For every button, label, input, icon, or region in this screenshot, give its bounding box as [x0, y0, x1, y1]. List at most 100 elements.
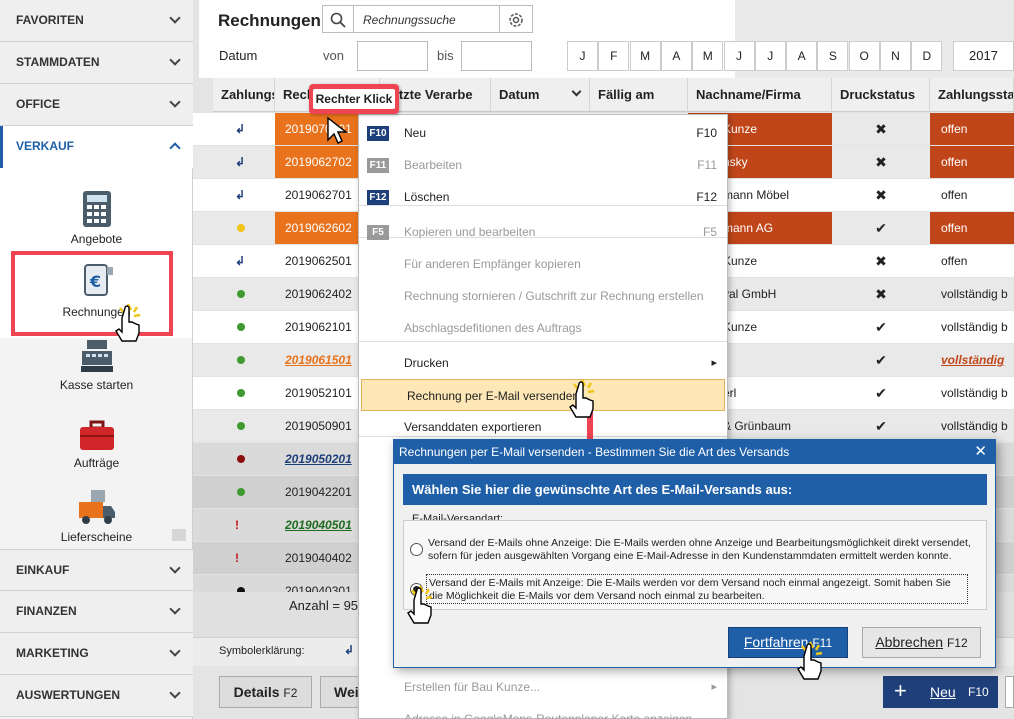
sidebar-item-kasse[interactable]: Kasse starten: [0, 338, 193, 392]
menu-item[interactable]: F11 Bearbeiten F11: [359, 149, 727, 181]
shortcut-badge: F5: [367, 225, 389, 240]
weiter-button[interactable]: Wei: [320, 676, 360, 708]
menu-item-label: Rechnung stornieren / Gutschrift zur Rec…: [404, 289, 704, 303]
month-button[interactable]: A: [786, 41, 818, 71]
month-button[interactable]: M: [629, 41, 661, 71]
status-dot-icon: [237, 488, 245, 496]
nav-label: STAMMDATEN: [16, 55, 100, 69]
month-button[interactable]: J: [723, 41, 755, 71]
col-zahlung[interactable]: Zahlungs: [213, 78, 275, 112]
menu-item[interactable]: F5 Kopieren und bearbeiten F5: [359, 216, 727, 248]
menu-item[interactable]: F12 Löschen F12: [359, 181, 727, 213]
option-text: Versand der E-Mails mit Anzeige: Die E-M…: [426, 574, 968, 604]
month-button[interactable]: O: [848, 41, 880, 71]
menu-item[interactable]: Rechnung stornieren / Gutschrift zur Rec…: [359, 280, 727, 312]
menu-item[interactable]: Rechnung per E-Mail versenden: [361, 379, 725, 411]
button-label: Neu: [930, 684, 956, 700]
col-datum[interactable]: Datum: [491, 78, 590, 112]
col-name[interactable]: Nachname/Firma: [688, 78, 832, 112]
print-status-icon: ✔: [875, 385, 887, 401]
menu-item-label: Kopieren und bearbeiten: [404, 225, 536, 239]
menu-item-shortcut: F11: [697, 158, 717, 172]
status-dot-icon: [237, 290, 245, 298]
nav-favoriten[interactable]: FAVORITEN: [0, 0, 193, 42]
menu-item-label: Neu: [404, 126, 427, 140]
legend-label: Symbolerklärung:: [219, 645, 305, 657]
date-from-input[interactable]: [357, 41, 428, 71]
cancel-button[interactable]: Abbrechen F12: [862, 627, 981, 658]
menu-item[interactable]: Adresse in GoogleMaps-Routenplaner Karte…: [359, 703, 727, 719]
collapse-toggle[interactable]: [172, 529, 186, 541]
click-hand-icon: [569, 379, 595, 418]
neu-button[interactable]: + Neu F10: [883, 676, 998, 708]
button-shortcut: F2: [283, 686, 298, 700]
month-button[interactable]: S: [817, 41, 849, 71]
nav-label: FINANZEN: [16, 604, 77, 618]
col-label: Datum: [499, 87, 540, 102]
month-button[interactable]: D: [911, 41, 943, 71]
payment-status: offen: [930, 146, 1014, 178]
payment-status: vollständig b: [941, 386, 1008, 400]
chevron-down-icon: [169, 12, 181, 24]
return-arrow-icon: ↲: [235, 254, 246, 268]
button-shortcut: F12: [946, 636, 968, 650]
col-faellig[interactable]: Fällig am: [590, 78, 688, 112]
menu-item[interactable]: Abschlagsdefitionen des Auftrags: [359, 312, 727, 344]
month-button[interactable]: F: [598, 41, 630, 71]
date-to-input[interactable]: [461, 41, 532, 71]
month-button[interactable]: M: [692, 41, 724, 71]
gear-icon[interactable]: [507, 11, 525, 29]
col-zahlungsstatus[interactable]: Zahlungssta: [930, 78, 1014, 112]
status-dot-icon: [237, 389, 245, 397]
menu-item[interactable]: Erstellen für Bau Kunze... ▸: [359, 671, 727, 703]
more-button[interactable]: [1005, 676, 1014, 708]
continue-button[interactable]: Fortfahren F11: [728, 627, 848, 658]
shortcut-badge: F10: [367, 126, 389, 141]
nav-stammdaten[interactable]: STAMMDATEN: [0, 42, 193, 84]
month-button[interactable]: A: [660, 41, 692, 71]
print-status-icon: ✔: [875, 418, 887, 434]
menu-item-label: Rechnung per E-Mail versenden: [407, 389, 580, 403]
dialog-titlebar: Rechnungen per E-Mail versenden - Bestim…: [394, 440, 995, 464]
year-select[interactable]: 2017: [953, 41, 1014, 71]
col-druck[interactable]: Druckstatus: [832, 78, 930, 112]
nav-label: EINKAUF: [16, 563, 70, 577]
nav-label: FAVORITEN: [16, 13, 84, 27]
radio-without-preview[interactable]: [410, 543, 423, 556]
nav-einkauf[interactable]: EINKAUF: [0, 549, 193, 591]
nav-marketing[interactable]: MARKETING: [0, 633, 193, 675]
sidebar-item-lieferscheine[interactable]: Lieferscheine: [0, 488, 193, 544]
sidebar-item-angebote[interactable]: Angebote: [0, 190, 193, 246]
menu-item-label: Löschen: [404, 190, 450, 204]
search-input[interactable]: Rechnungssuche: [322, 5, 533, 33]
shortcut-badge: F12: [367, 190, 389, 205]
nav-auswertungen[interactable]: AUSWERTUNGEN: [0, 675, 193, 717]
nav-office[interactable]: OFFICE: [0, 84, 193, 126]
month-button[interactable]: J: [754, 41, 786, 71]
shortcut-badge: F11: [367, 158, 389, 173]
menu-item-label: Adresse in GoogleMaps-Routenplaner Karte…: [404, 712, 693, 719]
briefcase-icon: [79, 420, 114, 450]
details-button[interactable]: Details F2: [219, 676, 312, 708]
chevron-down-icon: [169, 687, 181, 699]
print-status-icon: ✔: [832, 212, 930, 244]
close-icon[interactable]: ✕: [974, 440, 987, 464]
print-status-icon: ✔: [875, 319, 887, 335]
callout-text: Rechter Klick: [313, 89, 395, 109]
menu-item[interactable]: Drucken ▸: [359, 347, 727, 379]
nav-verkauf[interactable]: VERKAUF: [0, 126, 193, 168]
menu-item[interactable]: F10 Neu F10: [359, 117, 727, 149]
status-dot-icon: [237, 455, 245, 463]
status-dot-icon: [237, 323, 245, 331]
month-button[interactable]: N: [880, 41, 911, 71]
month-button[interactable]: J: [567, 41, 598, 71]
menu-item[interactable]: Für anderen Empfänger kopieren: [359, 248, 727, 280]
sidebar-item-auftraege[interactable]: Aufträge: [0, 420, 193, 470]
sidebar-item-label: Kasse starten: [59, 378, 134, 392]
nav-label: AUSWERTUNGEN: [16, 688, 120, 702]
chevron-down-icon: [169, 603, 181, 615]
click-hand-icon: [115, 303, 141, 342]
return-arrow-icon: ↲: [235, 188, 246, 202]
submenu-arrow-icon: ▸: [711, 357, 717, 369]
nav-finanzen[interactable]: FINANZEN: [0, 591, 193, 633]
